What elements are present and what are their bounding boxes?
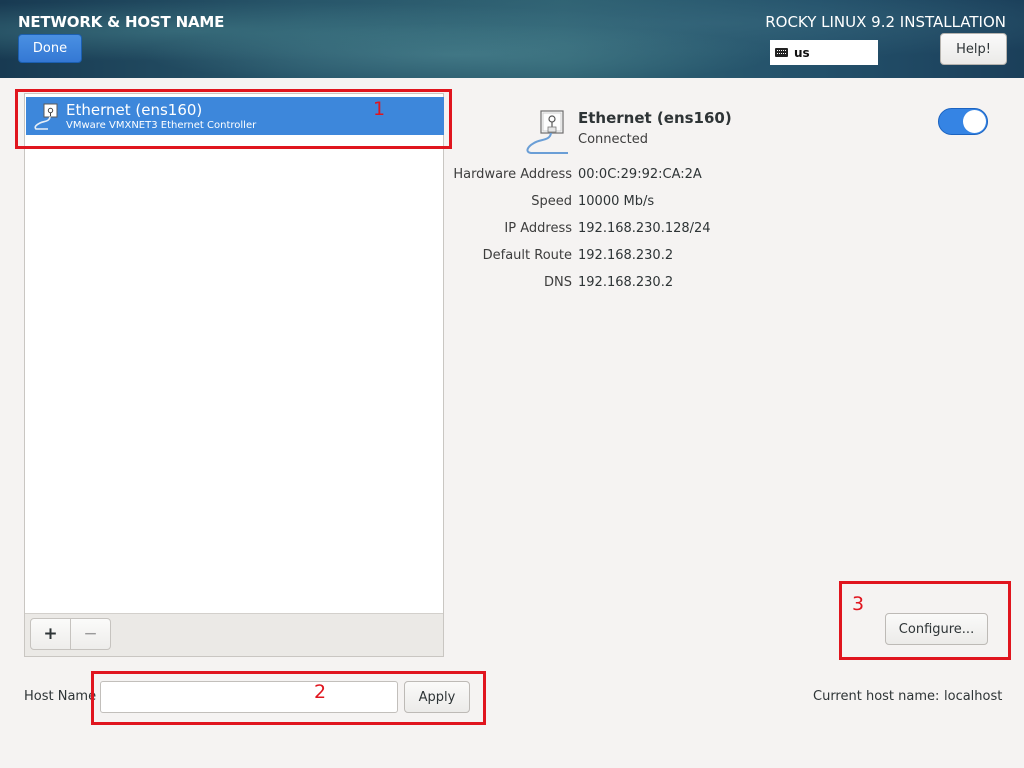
toggle-knob bbox=[963, 110, 986, 133]
current-host-name-label: Current host name: bbox=[813, 689, 940, 704]
default-route-label: Default Route bbox=[482, 248, 572, 263]
speed-label: Speed bbox=[531, 194, 572, 209]
speed-value: 10000 Mb/s bbox=[578, 194, 655, 209]
default-route-value: 192.168.230.2 bbox=[578, 248, 674, 263]
annotation-box-1 bbox=[15, 89, 452, 149]
keyboard-layout-indicator[interactable]: us bbox=[770, 40, 878, 65]
device-list-panel: Ethernet (ens160) VMware VMXNET3 Etherne… bbox=[24, 93, 444, 657]
annotation-box-2 bbox=[91, 671, 486, 725]
remove-device-button[interactable]: − bbox=[70, 618, 111, 650]
current-host-name-value: localhost bbox=[944, 689, 1003, 704]
annotation-number-3: 3 bbox=[852, 593, 865, 615]
hardware-address-label: Hardware Address bbox=[453, 167, 572, 182]
dns-value: 192.168.230.2 bbox=[578, 275, 674, 290]
help-button[interactable]: Help! bbox=[940, 33, 1007, 65]
device-enable-toggle[interactable] bbox=[938, 108, 988, 135]
hardware-address-value: 00:0C:29:92:CA:2A bbox=[578, 167, 702, 182]
page-title: NETWORK & HOST NAME bbox=[18, 13, 225, 31]
keyboard-layout-label: us bbox=[794, 45, 810, 60]
keyboard-icon bbox=[775, 48, 788, 57]
host-name-label: Host Name bbox=[24, 689, 97, 704]
device-list-toolbar: + − bbox=[25, 613, 443, 656]
annotation-number-1: 1 bbox=[373, 98, 386, 120]
annotation-number-2: 2 bbox=[314, 681, 327, 703]
dns-label: DNS bbox=[544, 275, 572, 290]
ip-address-value: 192.168.230.128/24 bbox=[578, 221, 711, 236]
configure-button[interactable]: Configure... bbox=[885, 613, 988, 645]
add-device-button[interactable]: + bbox=[30, 618, 71, 650]
product-title: ROCKY LINUX 9.2 INSTALLATION bbox=[765, 13, 1006, 31]
header-banner: NETWORK & HOST NAME Done ROCKY LINUX 9.2… bbox=[0, 0, 1024, 78]
ip-address-label: IP Address bbox=[504, 221, 572, 236]
ethernet-icon bbox=[526, 110, 568, 154]
connection-status: Connected bbox=[578, 132, 649, 147]
detail-device-name: Ethernet (ens160) bbox=[578, 109, 732, 127]
done-button[interactable]: Done bbox=[18, 34, 82, 63]
